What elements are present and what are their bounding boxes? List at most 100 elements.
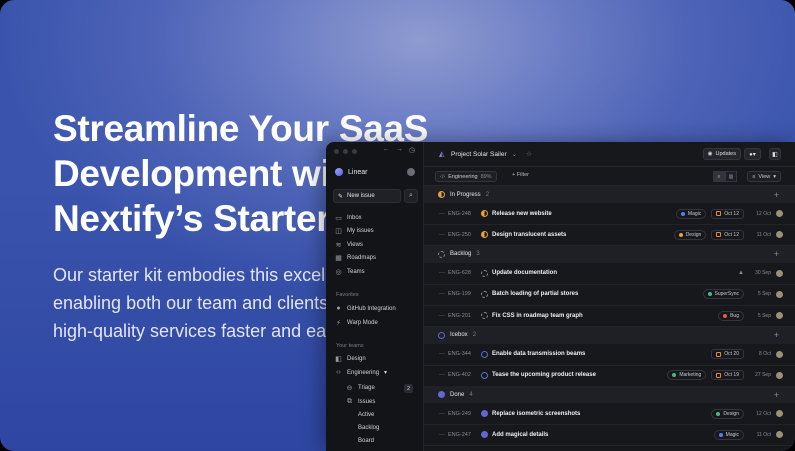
no-priority-icon[interactable]: — — [439, 291, 445, 297]
close-dot[interactable] — [334, 149, 339, 154]
toggle-panel-button[interactable]: ◧ — [769, 148, 781, 160]
notifications-button[interactable]: ●▾ — [744, 148, 761, 160]
updates-button[interactable]: ◉ Updates — [702, 148, 741, 160]
table-row[interactable]: — ENG-248 Release new website Magic Oct 12 12… — [424, 203, 795, 225]
table-row[interactable]: — ENG-249 Replace isometric screenshots Des… — [424, 403, 795, 426]
sidebar-item-roadmaps[interactable]: ▦ Roadmaps — [335, 255, 376, 262]
group-header-done[interactable]: Done 4 + — [424, 386, 795, 404]
assignee-avatar[interactable] — [776, 371, 783, 379]
add-issue-icon[interactable]: + — [774, 330, 779, 340]
assignee-avatar[interactable] — [776, 210, 783, 217]
no-priority-icon[interactable]: — — [439, 411, 445, 417]
label-badge[interactable]: Design — [673, 229, 707, 240]
history-clock-icon[interactable]: ◷ — [409, 146, 415, 154]
add-issue-icon[interactable]: + — [774, 390, 779, 400]
star-icon[interactable]: ☆ — [526, 150, 532, 158]
sidebar-item-active[interactable]: Active — [358, 412, 374, 418]
sidebar-item-backlog[interactable]: Backlog — [358, 425, 379, 431]
group-header-backlog[interactable]: Backlog 3 + — [424, 245, 795, 263]
assignee-avatar[interactable] — [776, 350, 783, 358]
assignee-avatar[interactable] — [776, 312, 783, 320]
issue-meta: Magic 11 Oct — [713, 429, 783, 440]
my-issues-icon: ◫ — [335, 228, 342, 235]
sidebar-item-inbox[interactable]: ▭ Inbox — [335, 214, 362, 222]
label-badge[interactable]: Marketing — [667, 370, 707, 381]
group-name: Icebox — [450, 332, 468, 338]
sidebar-item-views[interactable]: ≋ Views — [335, 241, 363, 249]
group-header-icebox[interactable]: Icebox 2 + — [424, 326, 795, 344]
no-priority-icon[interactable]: — — [439, 232, 445, 238]
table-row[interactable]: — ENG-199 Batch loading of partial stores S… — [424, 284, 795, 306]
board-layout-button[interactable]: ▥ — [725, 171, 737, 182]
view-label: Active — [358, 412, 375, 418]
team-filter-chip[interactable]: ‹/› Engineering 89% — [435, 171, 497, 182]
status-icon[interactable] — [481, 290, 488, 298]
project-breadcrumb[interactable]: ◭ Project Solar Sailer ⌄ ☆ — [439, 150, 532, 159]
status-icon[interactable] — [481, 371, 488, 379]
workspace-switcher[interactable]: Linear — [335, 168, 367, 176]
no-priority-icon[interactable]: — — [439, 211, 445, 217]
table-row[interactable]: — ENG-344 Enable data transmission beams Oc… — [424, 344, 795, 366]
issue-id: ENG-402 — [448, 372, 471, 379]
forward-arrow-icon[interactable]: → — [396, 146, 403, 154]
issue-title: Tease the upcoming product release — [492, 372, 596, 379]
group-header-in-progress[interactable]: In Progress 2 + — [424, 186, 795, 203]
no-priority-icon[interactable]: — — [439, 313, 445, 319]
label-badge[interactable]: Magic — [675, 208, 707, 219]
search-button[interactable]: ⌕ — [404, 189, 418, 203]
list-layout-button[interactable]: ≡ — [713, 171, 725, 182]
no-priority-icon[interactable]: — — [439, 372, 445, 378]
label-badge[interactable]: Bug — [718, 310, 744, 321]
table-row[interactable]: — ENG-250 Design translucent assets Design O… — [424, 224, 795, 247]
status-icon[interactable] — [481, 231, 488, 239]
new-issue-button[interactable]: ✎ New issue — [333, 189, 401, 203]
add-issue-icon[interactable]: + — [774, 249, 779, 259]
table-row[interactable]: — ENG-402 Tease the upcoming product relea… — [424, 365, 795, 387]
sidebar-item-my-issues[interactable]: ◫ My issues — [335, 228, 373, 235]
table-row[interactable]: — ENG-201 Fix CSS in roadmap team graph Bug… — [424, 305, 795, 328]
back-arrow-icon[interactable]: ← — [383, 146, 390, 154]
assignee-avatar[interactable] — [776, 269, 783, 277]
sidebar-item-triage[interactable]: ⊖ Triage — [346, 384, 375, 392]
favorite-warp-mode[interactable]: ⚡ Warp Mode — [335, 319, 378, 327]
minimize-dot[interactable] — [343, 149, 348, 154]
table-row[interactable]: — ENG-628 Update documentation ▲ 30 Sep — [424, 263, 795, 285]
assignee-avatar[interactable] — [776, 410, 783, 418]
due-date-badge[interactable]: Oct 20 — [711, 349, 744, 359]
sidebar-item-issues[interactable]: ⧉ Issues — [346, 398, 375, 405]
status-icon — [438, 331, 445, 339]
status-icon[interactable] — [481, 431, 488, 439]
label-badge[interactable]: Magic — [713, 429, 744, 440]
label-badge[interactable]: SuperSync — [702, 289, 744, 300]
maximize-dot[interactable] — [352, 149, 357, 154]
status-icon[interactable] — [481, 410, 488, 418]
add-issue-icon[interactable]: + — [774, 190, 779, 200]
sidebar-item-teams[interactable]: ◎ Teams — [335, 268, 364, 276]
filter-label: Filter — [516, 172, 529, 178]
status-icon[interactable] — [481, 312, 488, 320]
status-icon[interactable] — [481, 269, 488, 277]
no-priority-icon[interactable]: — — [439, 270, 445, 276]
no-priority-icon[interactable]: — — [439, 432, 445, 438]
table-row[interactable]: — ENG-247 Add magical details Magic 11 Oct — [424, 424, 795, 447]
avatar[interactable] — [407, 168, 415, 176]
team-design[interactable]: ◧ Design — [335, 355, 366, 363]
due-date-badge[interactable]: Oct 12 — [711, 229, 744, 240]
no-priority-icon[interactable]: — — [439, 351, 445, 357]
due-date-badge[interactable]: Oct 19 — [711, 370, 744, 381]
assignee-avatar[interactable] — [776, 431, 783, 439]
due-date-badge[interactable]: Oct 12 — [711, 208, 744, 219]
label-badge[interactable]: Design — [711, 408, 744, 419]
team-engineering[interactable]: ‹› Engineering ▾ — [335, 369, 387, 376]
status-icon[interactable] — [481, 210, 488, 217]
filter-button[interactable]: + Filter — [512, 172, 529, 178]
label-text: SuperSync — [714, 291, 739, 298]
issue-id: ENG-247 — [448, 431, 471, 438]
status-icon[interactable] — [481, 350, 488, 358]
code-icon: ‹› — [336, 369, 341, 376]
sidebar-item-board[interactable]: Board — [358, 438, 374, 444]
assignee-avatar[interactable] — [776, 290, 783, 298]
favorite-github-integration[interactable]: ● GitHub Integration — [335, 305, 395, 312]
assignee-avatar[interactable] — [776, 231, 783, 239]
view-options-button[interactable]: ≡ View ▾ — [747, 171, 781, 182]
